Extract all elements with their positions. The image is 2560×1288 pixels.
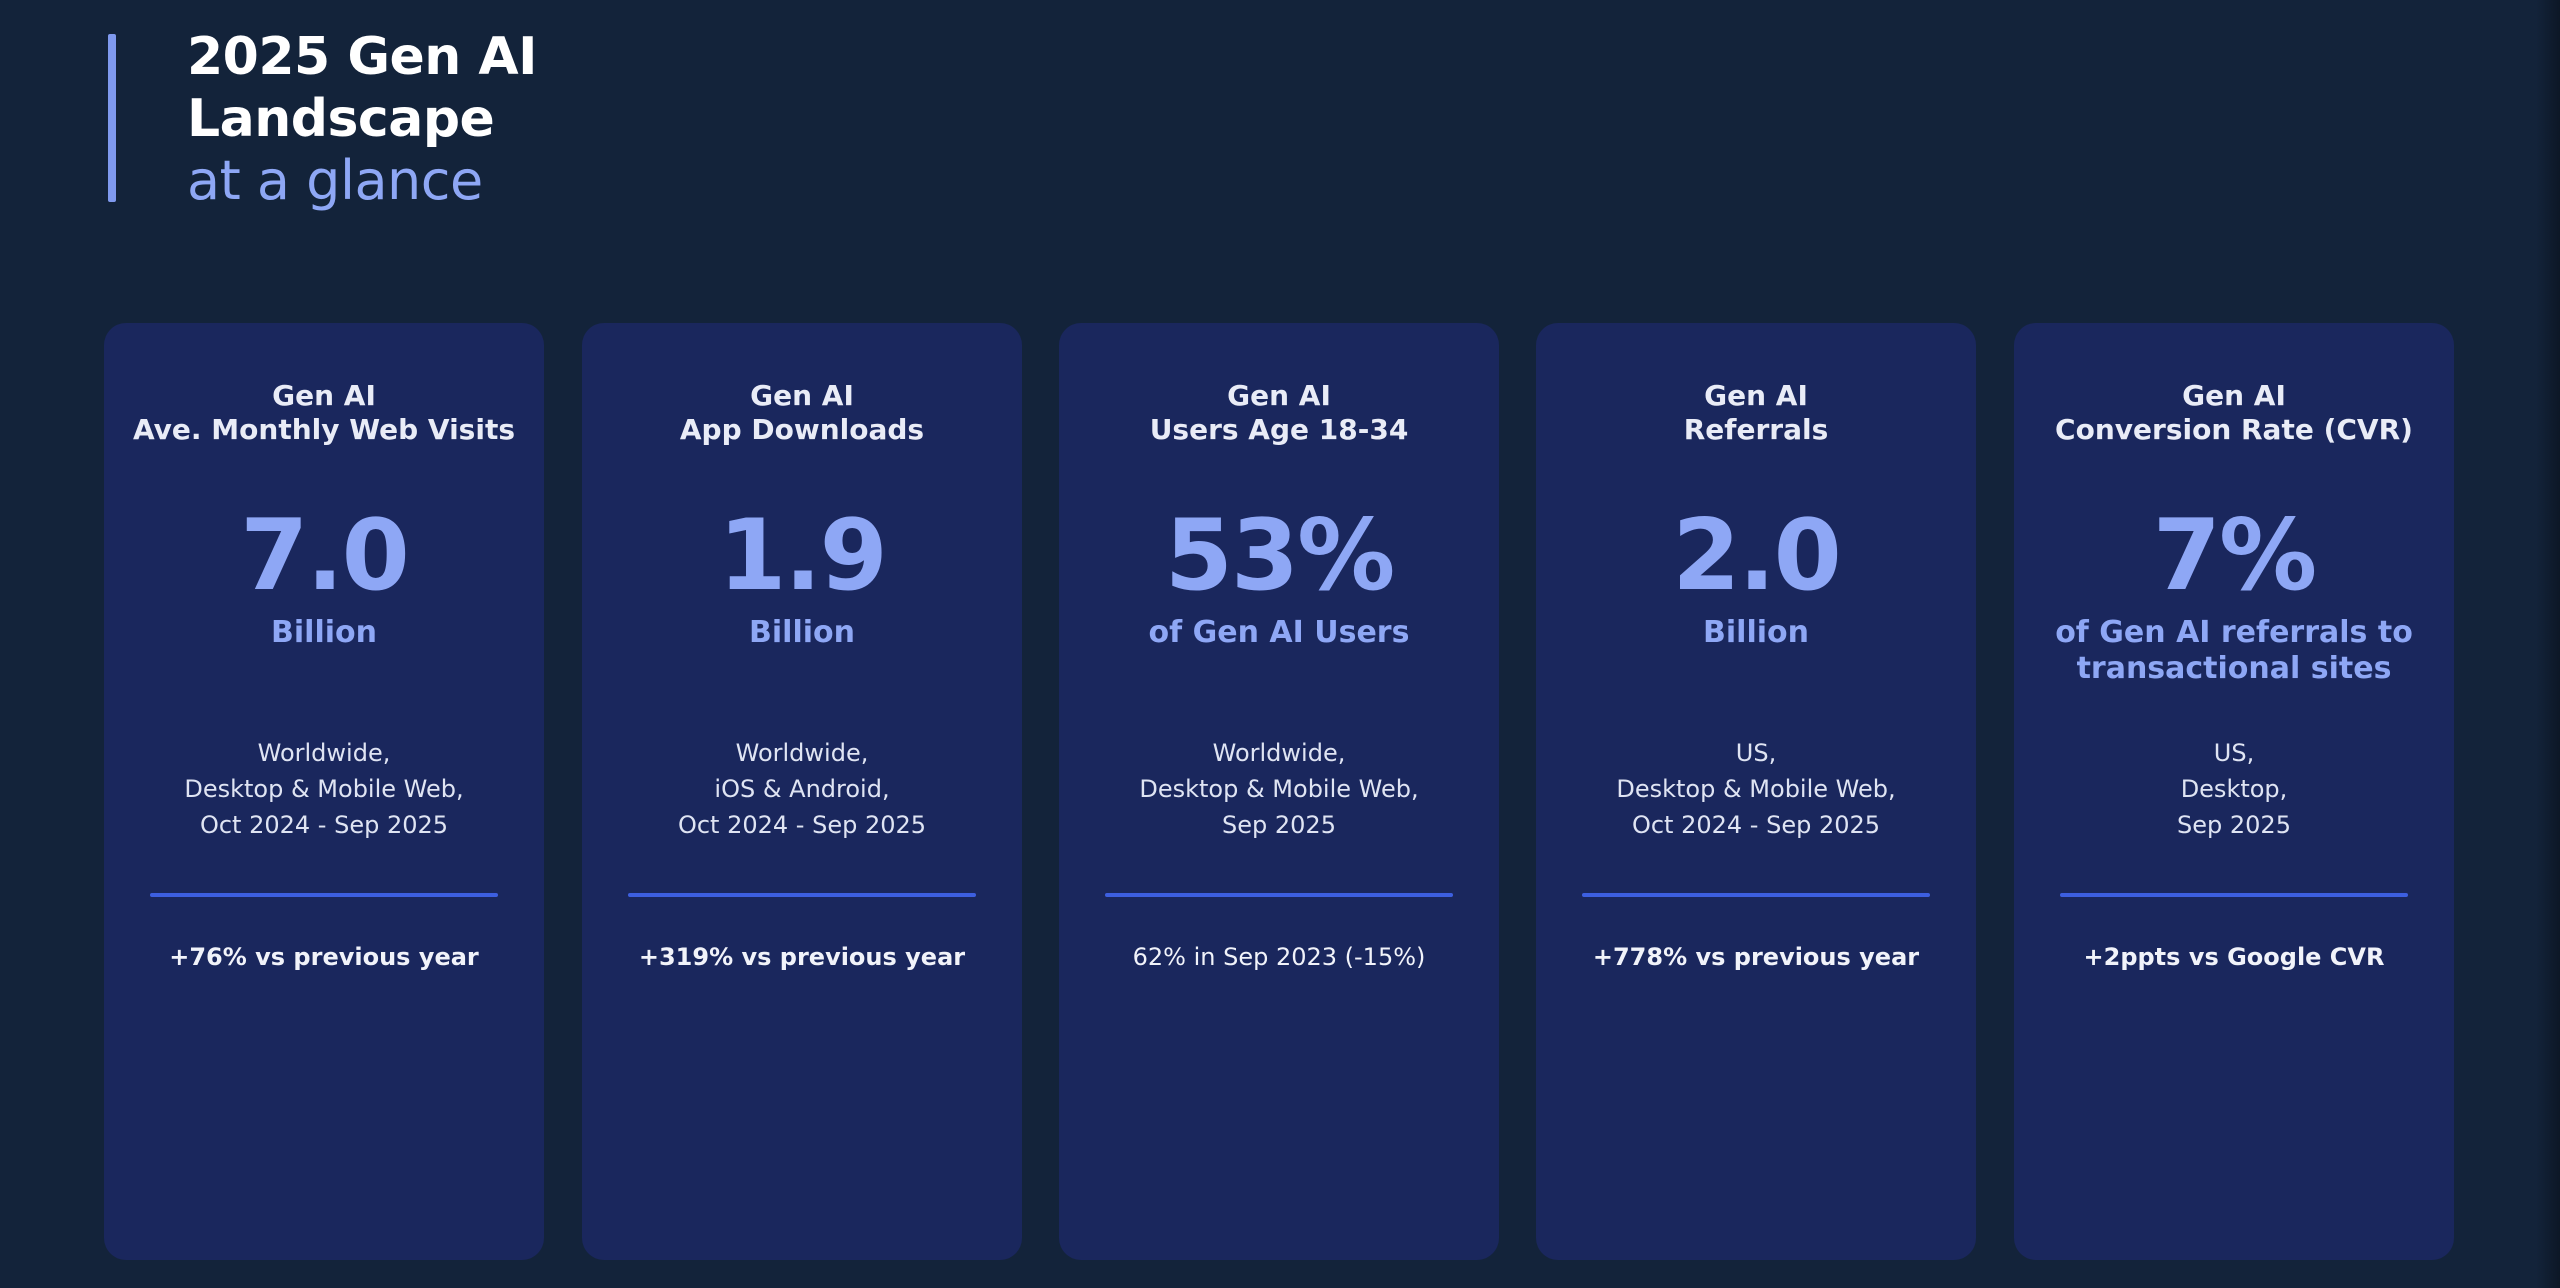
card-title: Gen AI Referrals: [1536, 379, 1976, 447]
card-title-line-2: Ave. Monthly Web Visits: [132, 413, 515, 446]
card-title: Gen AI App Downloads: [582, 379, 1022, 447]
card-web-visits: Gen AI Ave. Monthly Web Visits 7.0 Billi…: [104, 323, 544, 1260]
card-change: +2ppts vs Google CVR: [2083, 943, 2385, 971]
card-title-line-1: Gen AI: [2182, 379, 2286, 412]
card-scope-line-2: Desktop & Mobile Web,: [1139, 775, 1419, 803]
card-scope-line-3: Sep 2025: [1222, 811, 1336, 839]
card-change: +778% vs previous year: [1592, 943, 1920, 971]
card-unit-line-1: Billion: [271, 615, 377, 650]
card-referrals: Gen AI Referrals 2.0 Billion US, Desktop…: [1536, 323, 1976, 1260]
card-scope-line-1: US,: [1735, 739, 1777, 767]
card-divider: [1582, 893, 1930, 897]
card-scope: US, Desktop & Mobile Web, Oct 2024 - Sep…: [1536, 735, 1976, 843]
card-title-line-1: Gen AI: [1704, 379, 1808, 412]
card-scope: Worldwide, Desktop & Mobile Web, Sep 202…: [1059, 735, 1499, 843]
page-subtitle: at a glance: [187, 149, 483, 212]
card-unit-line-2: transactional sites: [2076, 651, 2392, 686]
card-app-downloads: Gen AI App Downloads 1.9 Billion Worldwi…: [582, 323, 1022, 1260]
card-unit: of Gen AI Users: [1059, 615, 1499, 651]
card-value: 53%: [1164, 499, 1396, 613]
card-users-age: Gen AI Users Age 18-34 53% of Gen AI Use…: [1059, 323, 1499, 1260]
card-value: 2.0: [1672, 499, 1842, 613]
card-scope: Worldwide, iOS & Android, Oct 2024 - Sep…: [582, 735, 1022, 843]
card-scope-line-1: Worldwide,: [257, 739, 391, 767]
title-accent-bar: [108, 34, 116, 202]
card-change: 62% in Sep 2023 (-15%): [1132, 943, 1426, 971]
card-unit: Billion: [104, 615, 544, 651]
card-unit-line-1: Billion: [1703, 615, 1809, 650]
card-scope: Worldwide, Desktop & Mobile Web, Oct 202…: [104, 735, 544, 843]
card-title-line-2: Users Age 18-34: [1149, 413, 1409, 446]
stats-cards: Gen AI Ave. Monthly Web Visits 7.0 Billi…: [0, 323, 2560, 1260]
card-unit: Billion: [1536, 615, 1976, 651]
card-scope-line-1: Worldwide,: [1212, 739, 1346, 767]
page-title-line-1: 2025 Gen AI: [187, 27, 538, 87]
card-divider: [1105, 893, 1453, 897]
card-divider: [2060, 893, 2408, 897]
card-scope-line-2: iOS & Android,: [714, 775, 890, 803]
card-title: Gen AI Users Age 18-34: [1059, 379, 1499, 447]
card-title-line-2: Referrals: [1683, 413, 1829, 446]
card-scope-line-3: Oct 2024 - Sep 2025: [677, 811, 927, 839]
card-scope-line-2: Desktop,: [2180, 775, 2288, 803]
card-unit: Billion: [582, 615, 1022, 651]
card-unit-line-1: Billion: [749, 615, 855, 650]
card-title: Gen AI Conversion Rate (CVR): [2014, 379, 2454, 447]
card-scope-line-2: Desktop & Mobile Web,: [1616, 775, 1896, 803]
page-heading: 2025 Gen AI Landscape at a glance: [187, 26, 538, 212]
card-scope-line-1: Worldwide,: [735, 739, 869, 767]
card-scope-line-3: Oct 2024 - Sep 2025: [199, 811, 449, 839]
card-unit-line-1: of Gen AI referrals to: [2055, 615, 2413, 650]
card-title: Gen AI Ave. Monthly Web Visits: [104, 379, 544, 447]
card-scope-line-2: Desktop & Mobile Web,: [184, 775, 464, 803]
page-title-line-2: Landscape: [187, 89, 495, 149]
card-value: 7%: [2152, 499, 2317, 613]
card-conversion-rate: Gen AI Conversion Rate (CVR) 7% of Gen A…: [2014, 323, 2454, 1260]
card-divider: [150, 893, 498, 897]
card-title-line-1: Gen AI: [272, 379, 376, 412]
card-divider: [628, 893, 976, 897]
card-scope-line-1: US,: [2213, 739, 2255, 767]
card-title-line-2: Conversion Rate (CVR): [2055, 413, 2413, 446]
card-title-line-2: App Downloads: [679, 413, 925, 446]
card-value: 7.0: [240, 499, 410, 613]
card-title-line-1: Gen AI: [750, 379, 854, 412]
card-value: 1.9: [718, 499, 888, 613]
card-change: +76% vs previous year: [169, 943, 479, 971]
card-scope-line-3: Oct 2024 - Sep 2025: [1631, 811, 1881, 839]
card-unit: of Gen AI referrals to transactional sit…: [2014, 615, 2454, 687]
card-change: +319% vs previous year: [638, 943, 966, 971]
card-scope-line-3: Sep 2025: [2177, 811, 2291, 839]
card-unit-line-1: of Gen AI Users: [1148, 615, 1410, 650]
card-scope: US, Desktop, Sep 2025: [2014, 735, 2454, 843]
card-title-line-1: Gen AI: [1227, 379, 1331, 412]
